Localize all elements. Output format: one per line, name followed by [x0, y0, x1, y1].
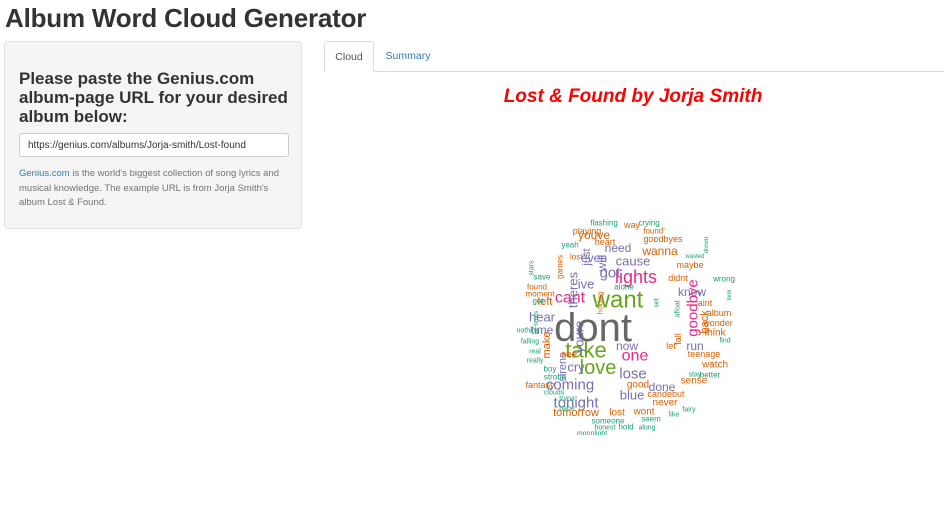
word-cloud-word: seem: [641, 415, 661, 424]
word-cloud: dontwanttakelovelightsgoodbyeonecantgotc…: [517, 219, 735, 436]
word-cloud-word: falling: [521, 339, 539, 346]
word-cloud-word: will: [595, 255, 609, 273]
app-title: Album Word Cloud Generator: [5, 3, 367, 33]
genius-link[interactable]: Genius.com: [19, 168, 70, 179]
word-cloud-word: never: [652, 398, 678, 409]
word-cloud-word: teenage: [688, 349, 721, 359]
word-cloud-word: get: [532, 297, 544, 306]
word-cloud-word: hold: [618, 423, 633, 432]
tab-cloud[interactable]: Cloud: [324, 41, 374, 72]
word-cloud-word: afloat: [675, 300, 682, 317]
word-cloud-word: set: [654, 298, 661, 307]
word-cloud-word: maybe: [676, 260, 703, 270]
word-cloud-word: look: [727, 289, 733, 301]
word-cloud-word: moonlight: [577, 431, 607, 436]
help-text: Genius.com is the world's biggest collec…: [19, 167, 295, 211]
tab-summary[interactable]: Summary: [376, 41, 440, 71]
word-cloud-word: games: [556, 255, 565, 279]
album-url-input[interactable]: [19, 133, 289, 157]
word-cloud-word: wonder: [702, 318, 733, 328]
word-cloud-word: playing: [573, 226, 602, 236]
word-cloud-word: wrong: [712, 275, 735, 284]
word-cloud-word: fairy: [682, 407, 696, 414]
word-cloud-word: ive: [578, 277, 595, 292]
word-cloud-word: wasted: [684, 254, 704, 260]
word-cloud-word: aint: [698, 298, 713, 308]
word-cloud-word: times: [534, 311, 540, 325]
word-cloud-word: save: [534, 273, 551, 282]
word-cloud-word: heart: [595, 237, 616, 247]
word-cloud-word: really: [527, 358, 544, 365]
word-cloud-word: better: [700, 371, 721, 380]
sidebar-panel: Please paste the Genius.com album-page U…: [4, 41, 302, 229]
word-cloud-word: know: [678, 285, 706, 299]
tab-bar: Cloud Summary: [324, 41, 944, 72]
word-cloud-word: alone: [614, 283, 634, 292]
word-cloud-word: find: [719, 338, 730, 345]
word-cloud-word: stars: [529, 260, 536, 276]
word-cloud-word: fantasy: [525, 380, 555, 390]
word-cloud-word: flashing: [590, 219, 618, 228]
word-cloud-word: good: [627, 380, 649, 391]
word-cloud-word: album: [707, 308, 732, 318]
word-cloud-word: yeah: [561, 241, 578, 250]
word-cloud-word: along: [638, 425, 655, 432]
word-cloud-word: wanna: [641, 244, 678, 258]
word-cloud-word: see: [561, 350, 578, 361]
word-cloud-word: real: [529, 349, 541, 356]
word-cloud-word: now: [616, 339, 638, 353]
word-cloud-word: found': [643, 227, 665, 236]
word-cloud-word: make: [541, 332, 553, 359]
word-cloud-word: lost': [570, 253, 584, 262]
word-cloud-word: youre: [572, 321, 587, 354]
word-cloud-word: holding: [598, 292, 605, 315]
word-cloud-word: strobe: [544, 373, 567, 382]
word-cloud-word: tryna: [559, 396, 575, 403]
word-cloud-word: cry: [567, 360, 585, 375]
word-cloud-word: drown: [704, 237, 710, 253]
plot-title: Lost & Found by Jorja Smith: [503, 86, 763, 107]
word-cloud-word: watch: [701, 360, 728, 371]
word-cloud-word: didnt: [668, 273, 688, 283]
url-prompt-heading: Please paste the Genius.com album-page U…: [19, 69, 288, 126]
word-cloud-word: babe: [559, 406, 575, 413]
word-cloud-word: goodbyes: [643, 234, 683, 244]
word-cloud-word: candebut: [647, 389, 685, 399]
word-cloud-word: fall: [673, 333, 683, 345]
word-cloud-word: nothing: [517, 328, 540, 335]
word-cloud-word: like: [669, 412, 680, 419]
word-cloud-word: crying: [638, 219, 659, 228]
word-cloud-word: stay: [689, 372, 702, 379]
